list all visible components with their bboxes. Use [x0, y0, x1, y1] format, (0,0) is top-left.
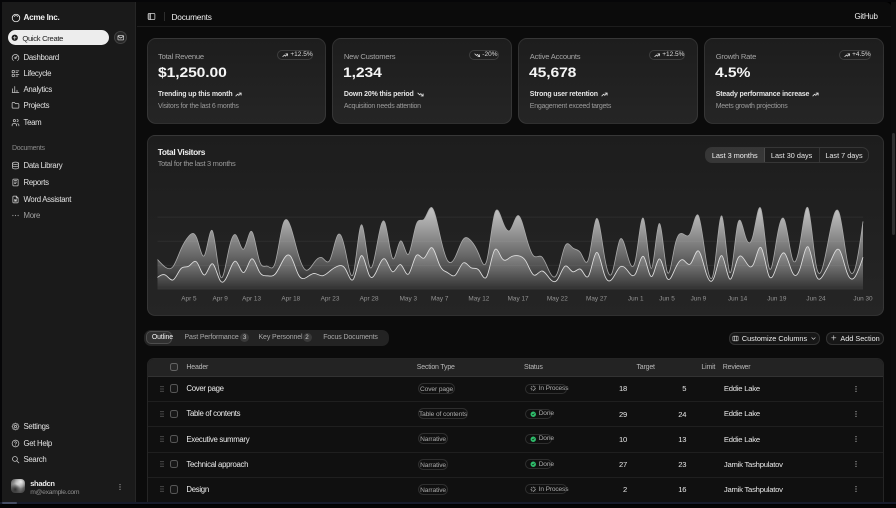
svg-text:Jun 9: Jun 9: [691, 296, 707, 303]
svg-text:May 7: May 7: [431, 296, 449, 303]
svg-text:Jun 19: Jun 19: [767, 296, 787, 303]
svg-text:Jun 30: Jun 30: [853, 296, 873, 303]
svg-text:May 27: May 27: [586, 296, 607, 303]
svg-text:May 12: May 12: [468, 296, 489, 303]
svg-text:Apr 9: Apr 9: [213, 296, 229, 303]
svg-text:Apr 13: Apr 13: [242, 296, 261, 303]
svg-text:May 22: May 22: [547, 296, 568, 303]
svg-text:Jun 24: Jun 24: [806, 296, 826, 303]
svg-text:May 17: May 17: [508, 296, 529, 303]
svg-text:Jun 1: Jun 1: [628, 296, 644, 303]
svg-text:Apr 18: Apr 18: [281, 296, 300, 303]
svg-text:Jun 14: Jun 14: [728, 296, 748, 303]
svg-text:Apr 28: Apr 28: [360, 296, 379, 303]
svg-text:Jun 5: Jun 5: [659, 296, 675, 303]
svg-text:May 3: May 3: [400, 296, 418, 303]
svg-text:Apr 5: Apr 5: [181, 296, 197, 303]
svg-text:Apr 23: Apr 23: [321, 296, 340, 303]
